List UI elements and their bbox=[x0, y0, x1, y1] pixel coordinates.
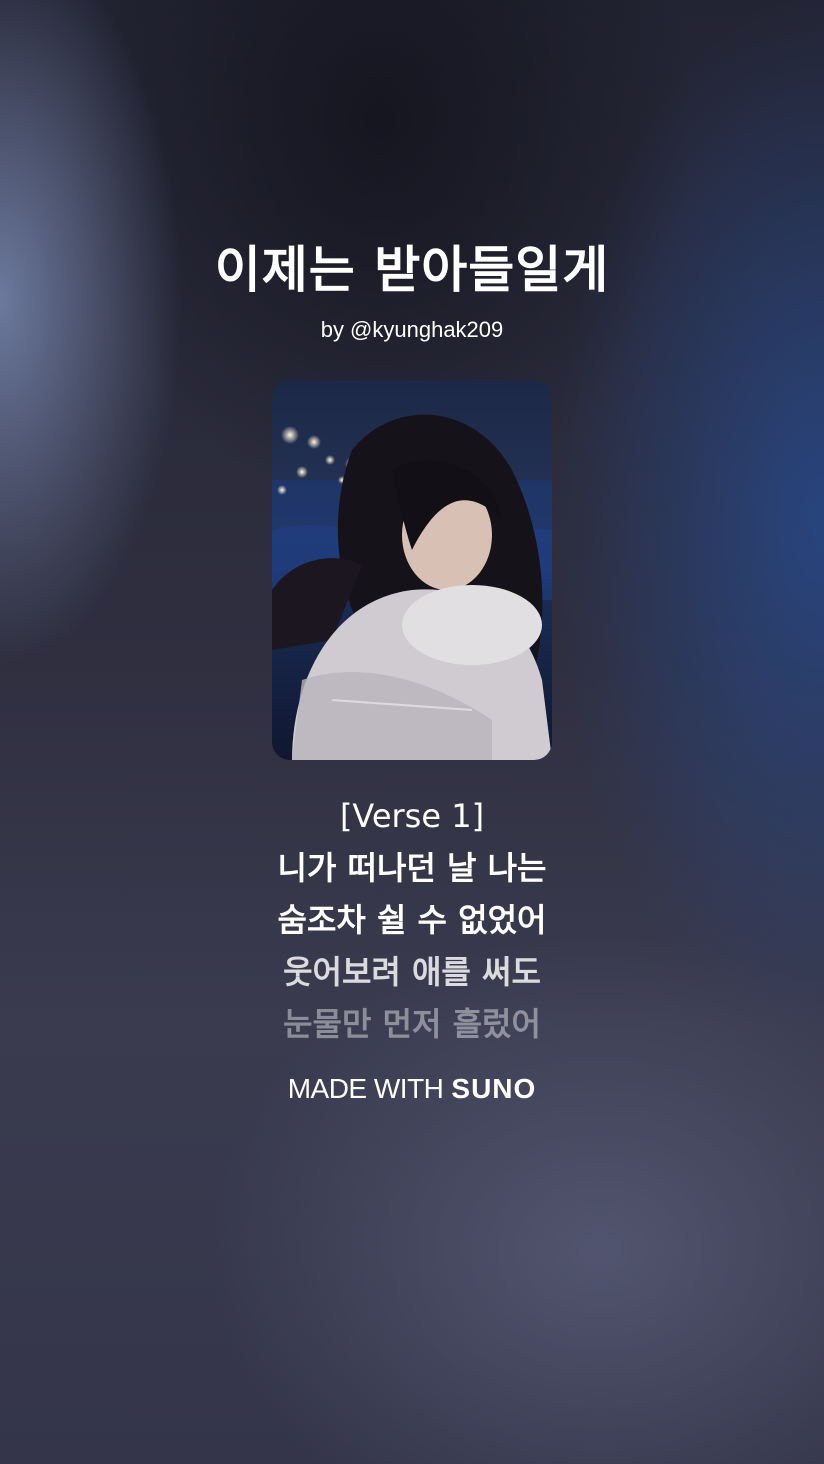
made-with-suno-badge[interactable]: MADE WITH SUNO bbox=[0, 1073, 824, 1105]
cover-art bbox=[272, 380, 552, 760]
suno-logo: SUNO bbox=[451, 1073, 537, 1104]
artist-byline[interactable]: by @kyunghak209 bbox=[0, 317, 824, 343]
lyric-line: 눈물만 먼저 흘렀어 bbox=[283, 1005, 541, 1043]
made-with-label: MADE WITH bbox=[287, 1073, 444, 1104]
cover-art-image bbox=[272, 380, 552, 760]
share-card: 이제는 받아들일게 by @kyunghak209 [Verse 1] 니가 떠… bbox=[0, 0, 824, 1464]
lyric-line: 웃어보려 애를 써도 bbox=[283, 953, 541, 991]
lyric-section-label: [Verse 1] bbox=[339, 797, 485, 835]
lyrics-preview: [Verse 1] 니가 떠나던 날 나는 숨조차 쉴 수 없었어 웃어보려 애… bbox=[0, 790, 824, 1050]
song-title: 이제는 받아들일게 bbox=[214, 241, 610, 299]
lyric-line: 숨조차 쉴 수 없었어 bbox=[277, 901, 547, 939]
lyric-line: 니가 떠나던 날 나는 bbox=[277, 849, 547, 887]
